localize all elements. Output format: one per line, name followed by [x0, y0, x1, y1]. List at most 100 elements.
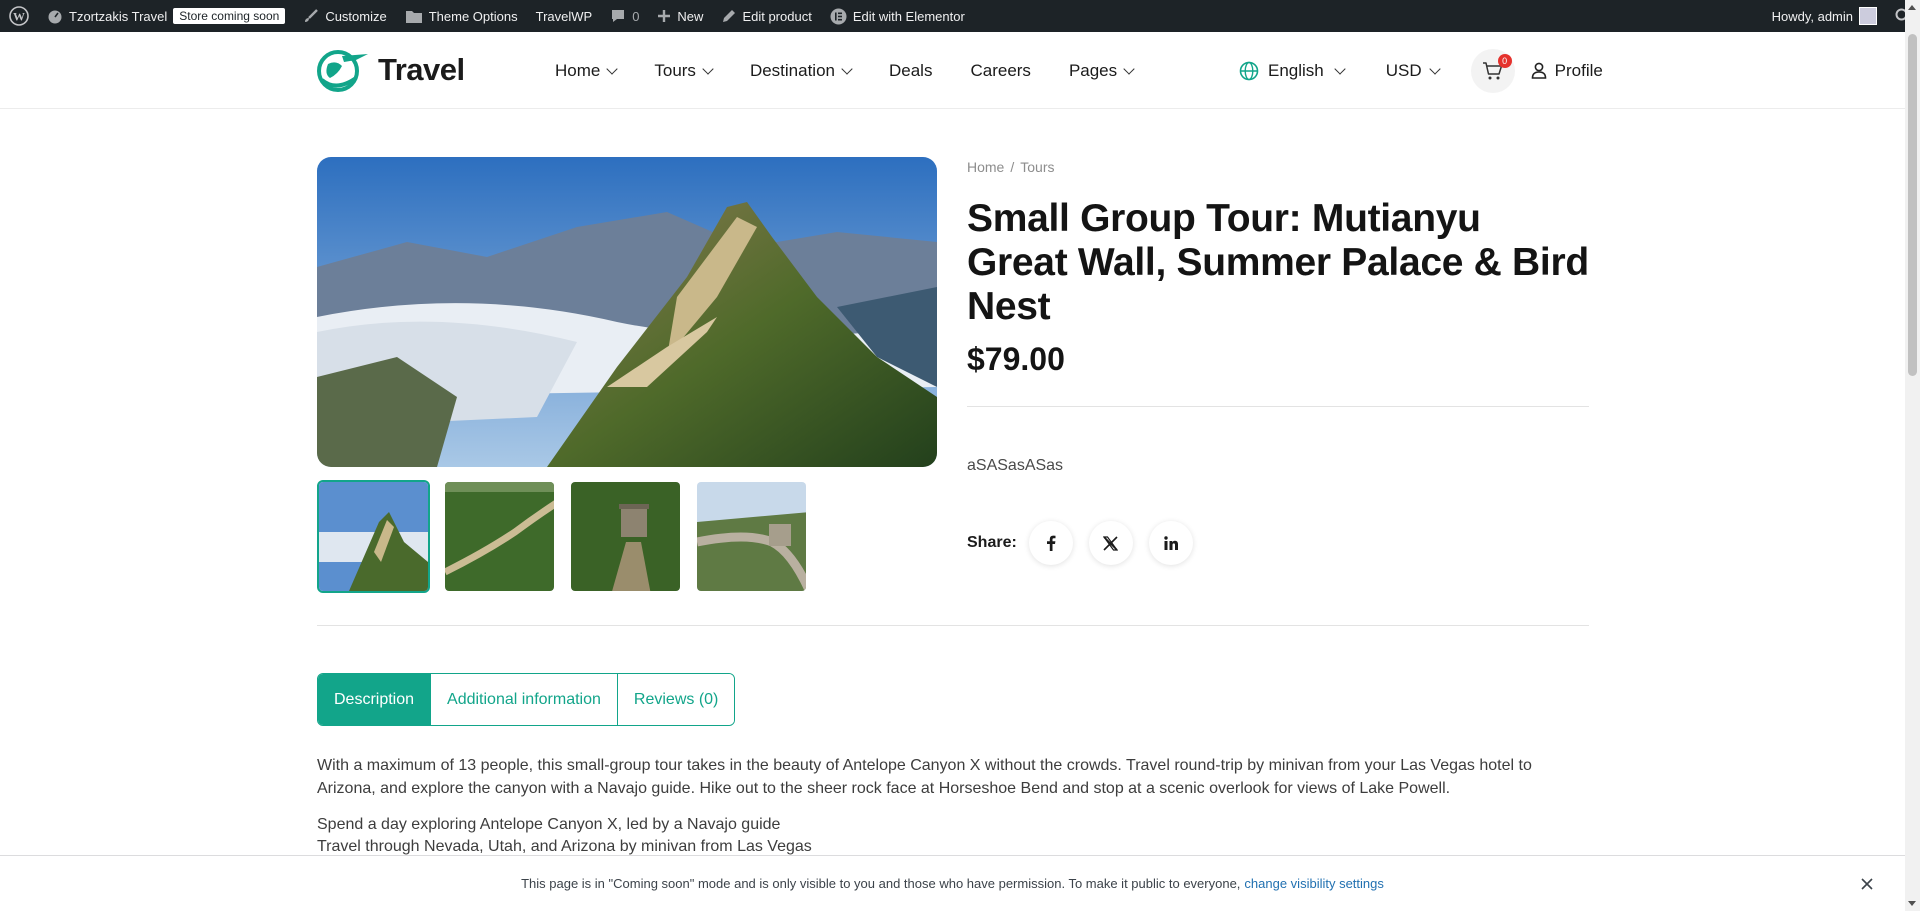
brush-icon [305, 9, 319, 22]
notice-text: This page is in "Coming soon" mode and i… [521, 876, 1241, 891]
admin-account[interactable]: Howdy, admin [1763, 0, 1886, 32]
customize-label: Customize [325, 8, 387, 24]
linkedin-icon [1164, 536, 1178, 550]
plane-globe-logo-icon [317, 50, 368, 92]
breadcrumb-separator: / [1010, 159, 1015, 175]
thumbnail-4[interactable] [695, 480, 808, 593]
chevron-down-icon [1123, 62, 1135, 75]
nav-tours[interactable]: Tours [654, 60, 714, 81]
currency-label: USD [1385, 60, 1422, 80]
nav-home[interactable]: Home [555, 60, 619, 81]
chevron-down-icon [1334, 62, 1346, 75]
facebook-icon [1046, 535, 1056, 551]
breadcrumb-home[interactable]: Home [967, 159, 1004, 175]
share-row: Share: [967, 521, 1589, 565]
profile-label: Profile [1554, 60, 1603, 80]
new-label: New [677, 8, 704, 24]
pencil-icon [723, 9, 736, 22]
page: W Tzortzakis Travel Store coming soon Cu… [0, 0, 1920, 911]
plus-icon [658, 10, 671, 22]
page-scrollbar[interactable] [1905, 0, 1920, 911]
chevron-down-icon [702, 62, 714, 75]
site-header: Travel Home Tours Destination Deals Care… [0, 32, 1905, 109]
svg-text:W: W [13, 10, 25, 24]
product-thumbnails [317, 480, 808, 593]
language-label: English [1268, 60, 1324, 80]
cart-count-badge: 0 [1497, 53, 1512, 68]
description-line: Spend a day exploring Antelope Canyon X,… [317, 816, 781, 833]
breadcrumb-tours[interactable]: Tours [1020, 159, 1054, 175]
nav-label: Deals [889, 60, 933, 80]
howdy-label: Howdy, admin [1771, 8, 1853, 24]
nav-label: Pages [1068, 60, 1118, 80]
close-icon[interactable] [1857, 874, 1877, 894]
site-logo[interactable]: Travel [316, 48, 465, 92]
scroll-down-arrow-icon[interactable] [1908, 901, 1916, 906]
share-facebook-button[interactable] [1028, 521, 1073, 565]
theme-options-label: Theme Options [428, 8, 518, 24]
change-visibility-link[interactable]: change visibility settings [1244, 876, 1383, 891]
dashboard-icon [48, 10, 62, 24]
nav-label: Home [555, 60, 601, 80]
edit-product-label: Edit product [742, 8, 812, 24]
nav-pages[interactable]: Pages [1068, 60, 1135, 81]
divider [967, 406, 1589, 407]
tab-reviews[interactable]: Reviews (0) [617, 674, 735, 725]
thumbnail-3[interactable] [569, 480, 682, 593]
nav-careers[interactable]: Careers [970, 61, 1030, 81]
nav-deals[interactable]: Deals [889, 61, 932, 81]
folder-icon [405, 10, 422, 23]
nav-label: Destination [749, 60, 835, 80]
description-panel: With a maximum of 13 people, this small-… [317, 754, 1589, 858]
comments-count: 0 [632, 8, 640, 24]
admin-site-name[interactable]: Tzortzakis Travel Store coming soon [38, 0, 294, 32]
logo-text: Travel [378, 52, 465, 87]
breadcrumb: Home / Tours [967, 159, 1589, 175]
scroll-up-arrow-icon[interactable] [1908, 5, 1916, 10]
admin-new[interactable]: New [648, 0, 712, 32]
share-x-button[interactable] [1088, 521, 1133, 565]
currency-selector[interactable]: USD [1385, 60, 1441, 81]
chevron-down-icon [1429, 62, 1441, 75]
x-twitter-icon [1103, 535, 1119, 551]
wordpress-logo-icon[interactable]: W [0, 0, 38, 32]
main-nav: Home Tours Destination Deals Careers Pag… [555, 32, 1171, 109]
admin-comments[interactable]: 0 [601, 0, 648, 32]
cart-button[interactable]: 0 [1470, 48, 1515, 93]
admin-edit-elementor[interactable]: Edit with Elementor [821, 0, 974, 32]
share-linkedin-button[interactable] [1148, 521, 1193, 565]
section-divider [317, 625, 1589, 626]
admin-theme-options[interactable]: Theme Options [396, 0, 527, 32]
thumbnail-1[interactable] [317, 480, 430, 593]
globe-icon [1239, 61, 1259, 80]
admin-travelwp[interactable]: TravelWP [527, 0, 602, 32]
product-summary: Home / Tours Small Group Tour: Mutianyu … [967, 157, 1589, 565]
tab-description[interactable]: Description [318, 674, 432, 725]
product-price: $79.00 [967, 341, 1065, 377]
chevron-down-icon [606, 62, 619, 75]
product-short-description: aSASasASas [967, 457, 1064, 474]
tab-additional-information[interactable]: Additional information [431, 674, 618, 725]
elementor-icon [830, 8, 847, 24]
header-actions: English USD 0 Profile [1239, 32, 1603, 109]
description-paragraph: With a maximum of 13 people, this small-… [317, 757, 1532, 797]
nav-label: Tours [654, 60, 696, 80]
admin-customize[interactable]: Customize [294, 0, 395, 32]
description-lines: Spend a day exploring Antelope Canyon X,… [317, 814, 1589, 858]
language-selector[interactable]: English [1239, 60, 1346, 81]
store-coming-soon-badge[interactable]: Store coming soon [173, 8, 286, 24]
thumbnail-2[interactable] [443, 480, 556, 593]
scrollbar-thumb[interactable] [1908, 34, 1917, 376]
profile-link[interactable]: Profile [1531, 61, 1603, 81]
edit-elementor-label: Edit with Elementor [852, 8, 965, 24]
share-label: Share: [967, 534, 1017, 551]
admin-edit-product[interactable]: Edit product [712, 0, 820, 32]
admin-bar: W Tzortzakis Travel Store coming soon Cu… [0, 0, 1920, 32]
product-tabs: Description Additional information Revie… [317, 673, 736, 726]
nav-label: Careers [970, 60, 1031, 80]
product-main-image[interactable] [317, 157, 937, 467]
chevron-down-icon [841, 62, 853, 75]
nav-destination[interactable]: Destination [749, 60, 853, 81]
product-title: Small Group Tour: Mutianyu Great Wall, S… [967, 197, 1589, 328]
travelwp-label: TravelWP [535, 8, 593, 24]
